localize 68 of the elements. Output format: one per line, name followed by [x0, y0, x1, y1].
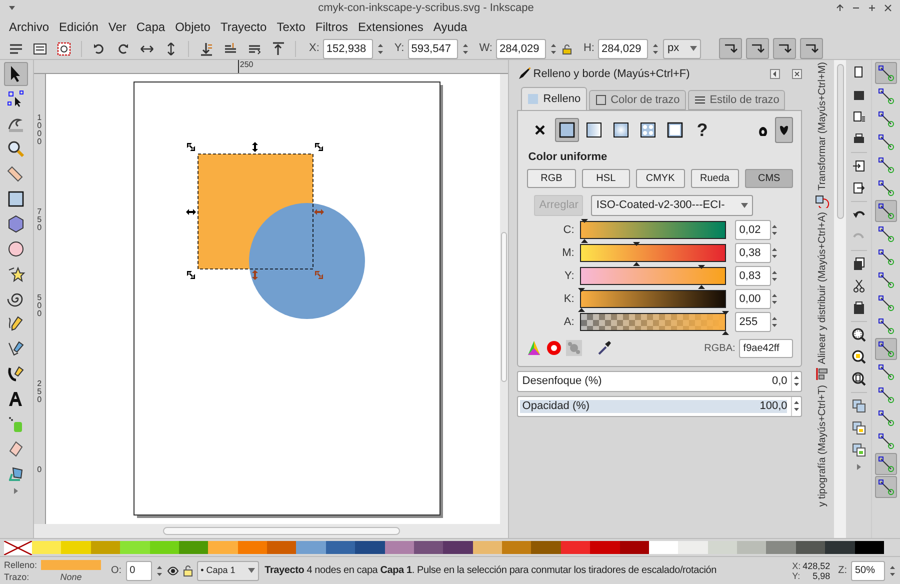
tab[interactable]: Relleno: [521, 87, 587, 110]
section-heading: Color uniforme: [527, 150, 608, 166]
opacity-field[interactable]: 0: [126, 560, 152, 581]
cursor-y-value: 5,98: [812, 570, 830, 581]
ruler-label: 1000: [36, 114, 42, 146]
color-mode-button[interactable]: HSL: [582, 168, 630, 188]
menu-item[interactable]: Capa: [131, 18, 170, 36]
ruler-label: 750: [36, 208, 42, 232]
field-label: W:: [479, 41, 492, 56]
number-field[interactable]: 284,029: [496, 38, 546, 59]
ruler-label: 250: [238, 60, 254, 74]
level-field[interactable]: Opacidad (%) 100,0: [517, 396, 802, 417]
status-message: Trayecto 4 nodes en capa Capa 1. Pulse en la selección para conmutar los tiradores de escalado/rotación: [264, 564, 718, 578]
ruler-label: 0: [36, 466, 42, 474]
zoom-label: Z:: [838, 564, 847, 578]
number-field[interactable]: 0,83: [735, 266, 772, 286]
number-field[interactable]: 284,029: [598, 38, 648, 59]
fill-label: Relleno:: [4, 558, 38, 571]
menu-item[interactable]: Objeto: [170, 18, 216, 36]
color-mode-button[interactable]: Rueda: [690, 168, 739, 188]
number-field[interactable]: 0,38: [735, 243, 772, 264]
number-field[interactable]: 593,547: [408, 38, 458, 59]
profile-dropdown[interactable]: ISO-Coated-v2-300---ECI-: [591, 194, 754, 216]
channel-label: A:: [562, 315, 576, 330]
dock-tab[interactable]: y tipografía (Mayús+Ctrl+T): [814, 385, 830, 507]
color-mode-button[interactable]: RGB: [527, 168, 576, 188]
layer-dropdown[interactable]: • Capa 1: [196, 560, 259, 581]
cursor-x-label: X:: [792, 560, 801, 571]
number-field[interactable]: 0,02: [735, 220, 772, 240]
stroke-value: None: [59, 570, 83, 583]
menu-item[interactable]: Ver: [103, 18, 132, 36]
unit-dropdown[interactable]: px: [663, 38, 702, 59]
number-field[interactable]: 255: [735, 312, 772, 332]
cursor-x-value: 428,52: [802, 560, 830, 571]
number-field[interactable]: 152,938: [323, 38, 374, 59]
channel-label: M:: [561, 246, 576, 262]
rgba-label: RGBA:: [704, 342, 736, 356]
menu-item[interactable]: Texto: [272, 18, 310, 36]
level-field[interactable]: Desenfoque (%) 0,0: [517, 370, 802, 392]
menu-item[interactable]: Trayecto: [215, 18, 272, 36]
field-label: Y:: [394, 41, 404, 56]
menu-item[interactable]: Filtros: [310, 18, 354, 36]
paint-type-button[interactable]: ?: [690, 118, 714, 142]
dock-tab[interactable]: Alinear y distribuir (Mayús+Ctrl+A): [814, 212, 830, 382]
tab[interactable]: Estilo de trazo: [688, 90, 786, 110]
rgba-field[interactable]: f9ae42ff: [739, 338, 794, 358]
panel-title: Relleno y borde (Mayús+Ctrl+F): [533, 67, 691, 82]
field-label: H:: [583, 41, 594, 56]
zoom-field[interactable]: 50%: [851, 560, 885, 581]
menu-item[interactable]: Extensiones: [353, 18, 428, 36]
menu-item[interactable]: Archivo: [4, 18, 54, 36]
dock-tab[interactable]: Transformar (Mayús+Ctrl+M): [814, 62, 830, 208]
channel-label: Y:: [564, 269, 576, 284]
channel-label: K:: [562, 292, 576, 308]
cursor-y-label: Y:: [792, 570, 801, 581]
ruler-label: 250: [36, 380, 42, 404]
color-mode-button[interactable]: CMYK: [636, 168, 685, 188]
channel-label: C:: [562, 223, 576, 238]
menu-item[interactable]: Ayuda: [428, 18, 472, 36]
menu-item[interactable]: Edición: [54, 18, 104, 36]
tab[interactable]: Color de trazo: [588, 90, 686, 110]
window-title: cmyk-con-inkscape-y-scribus.svg - Inkscape: [317, 0, 535, 16]
opacity-label: O:: [111, 564, 122, 578]
field-label: X:: [309, 41, 320, 56]
color-mode-button[interactable]: CMS: [744, 168, 794, 188]
number-field[interactable]: 0,00: [735, 289, 772, 310]
stroke-label: Trazo:: [4, 570, 30, 583]
ruler-label: 500: [36, 294, 42, 318]
